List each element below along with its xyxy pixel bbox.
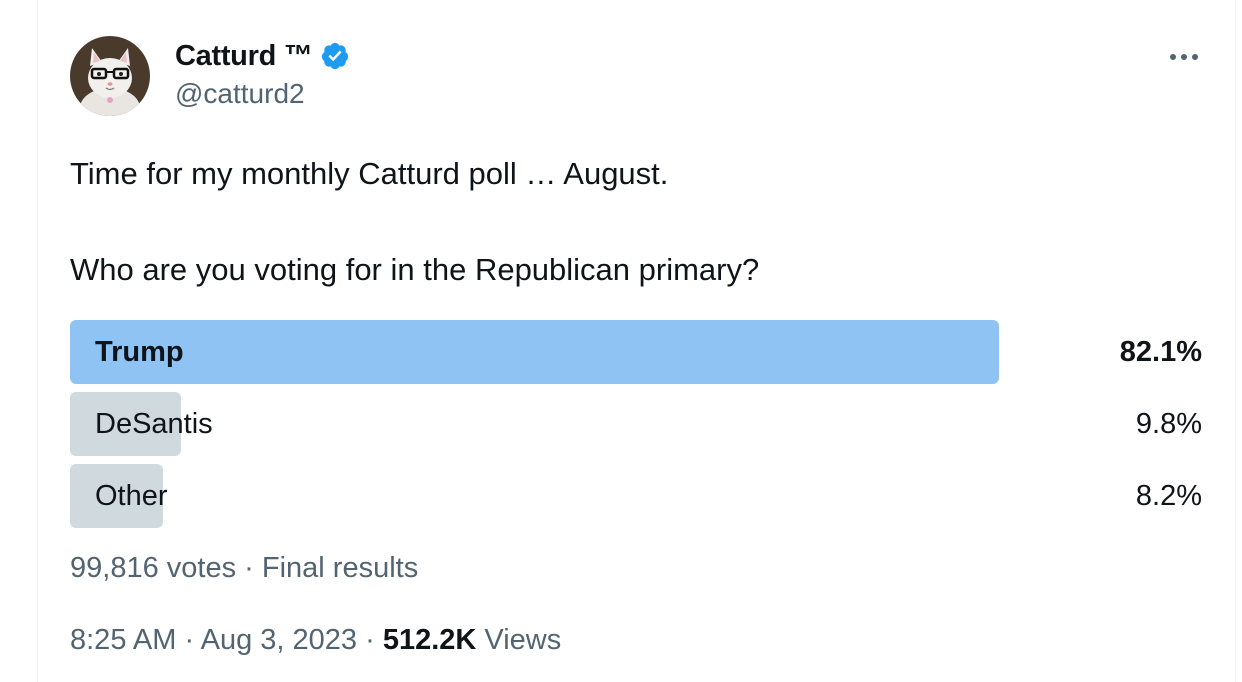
- separator: ·: [365, 624, 375, 656]
- more-options-button[interactable]: [1164, 40, 1204, 74]
- poll-option-label: Trump: [95, 336, 184, 368]
- poll-vote-count: 99,816 votes: [70, 552, 237, 584]
- poll-option-percent: 8.2%: [1135, 480, 1202, 512]
- poll-option-label: Other: [95, 480, 168, 512]
- tweet-text-line: Who are you voting for in the Republican…: [70, 252, 760, 287]
- cat-with-glasses-avatar-icon: [70, 36, 150, 116]
- author-name-row: Catturd ™: [175, 38, 350, 74]
- poll-option-percent: 82.1%: [1119, 336, 1202, 368]
- tweet-date[interactable]: Aug 3, 2023: [201, 624, 357, 656]
- tweet-meta: 8:25 AM · Aug 3, 2023 · 512.2K Views: [70, 624, 561, 657]
- views-count: 512.2K: [382, 624, 477, 656]
- more-horizontal-icon: [1170, 54, 1198, 60]
- tweet-text-line: Time for my monthly Catturd poll … Augus…: [70, 156, 669, 191]
- tweet-time[interactable]: 8:25 AM: [70, 624, 176, 656]
- author-handle[interactable]: @catturd2: [175, 78, 305, 110]
- poll-bar: [70, 320, 999, 384]
- poll-summary: 99,816 votes · Final results: [70, 552, 418, 585]
- separator: ·: [184, 624, 195, 656]
- separator: ·: [244, 552, 254, 584]
- poll-status: Final results: [261, 552, 419, 584]
- poll-option-percent: 9.8%: [1135, 408, 1202, 440]
- avatar[interactable]: [70, 36, 150, 116]
- display-name[interactable]: Catturd ™: [175, 40, 313, 73]
- poll-option-label: DeSantis: [95, 408, 213, 440]
- poll-option[interactable]: DeSantis 9.8%: [70, 392, 1202, 456]
- poll-option[interactable]: Trump 82.1%: [70, 320, 1202, 384]
- verified-badge-icon[interactable]: [320, 41, 350, 71]
- poll-option[interactable]: Other 8.2%: [70, 464, 1202, 528]
- views-label: Views: [484, 624, 562, 656]
